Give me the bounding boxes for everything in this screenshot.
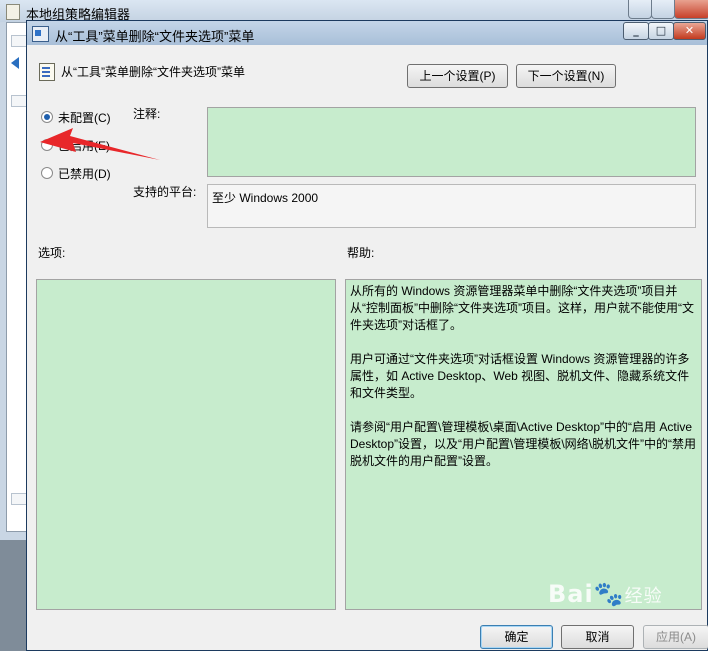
minimize-button[interactable]: _ <box>623 22 649 40</box>
help-paragraph: 从所有的 Windows 资源管理器菜单中删除“文件夹选项”项目并从“控制面板”… <box>350 284 694 332</box>
apply-button[interactable]: 应用(A) <box>643 625 708 649</box>
policy-editor-icon <box>6 4 20 20</box>
back-arrow-icon[interactable] <box>11 57 19 69</box>
tree-row[interactable] <box>11 95 27 107</box>
paw-icon: 🐾 <box>593 580 625 608</box>
help-paragraph: 用户可通过“文件夹选项”对话框设置 Windows 资源管理器的许多属性，如 A… <box>350 352 690 400</box>
comment-field[interactable] <box>207 107 696 177</box>
watermark-logo-text: Bai <box>548 580 594 608</box>
cancel-button[interactable]: 取消 <box>561 625 634 649</box>
arrow-shape <box>40 128 160 160</box>
platform-label: 支持的平台: <box>133 185 197 199</box>
setting-icon <box>39 63 55 81</box>
background-minimize-button[interactable] <box>628 0 652 19</box>
close-button[interactable]: ✕ <box>673 22 706 40</box>
close-icon: ✕ <box>684 24 695 37</box>
options-panel[interactable] <box>36 279 336 610</box>
options-label: 选项: <box>38 246 66 260</box>
dialog-app-icon <box>32 26 49 42</box>
baidu-watermark: Bai🐾经验 <box>548 580 663 608</box>
tree-row[interactable] <box>11 493 27 505</box>
dialog-title-bar[interactable]: 从“工具”菜单删除“文件夹选项”菜单 <box>27 21 707 45</box>
maximize-button[interactable]: □ <box>648 22 674 40</box>
ok-button[interactable]: 确定 <box>480 625 553 649</box>
maximize-icon: □ <box>655 24 667 37</box>
next-setting-button[interactable]: 下一个设置(N) <box>516 64 616 88</box>
previous-setting-button[interactable]: 上一个设置(P) <box>407 64 508 88</box>
help-paragraph: 请参阅“用户配置\管理模板\桌面\Active Desktop”中的“启用 Ac… <box>350 420 697 468</box>
help-panel[interactable]: 从所有的 Windows 资源管理器菜单中删除“文件夹选项”项目并从“控制面板”… <box>345 279 702 610</box>
help-label: 帮助: <box>347 246 375 260</box>
watermark-suffix: 经验 <box>624 586 663 607</box>
background-maximize-button[interactable] <box>651 0 675 19</box>
red-annotation-arrow-icon <box>40 128 160 160</box>
dialog-title: 从“工具”菜单删除“文件夹选项”菜单 <box>55 29 255 44</box>
background-close-button[interactable] <box>674 0 708 19</box>
setting-title: 从“工具”菜单删除“文件夹选项”菜单 <box>61 65 245 79</box>
minimize-icon: _ <box>633 24 639 37</box>
background-title-bar[interactable]: 本地组策略编辑器 <box>0 0 708 22</box>
tree-row[interactable] <box>11 35 27 47</box>
platform-field: 至少 Windows 2000 <box>207 184 696 228</box>
